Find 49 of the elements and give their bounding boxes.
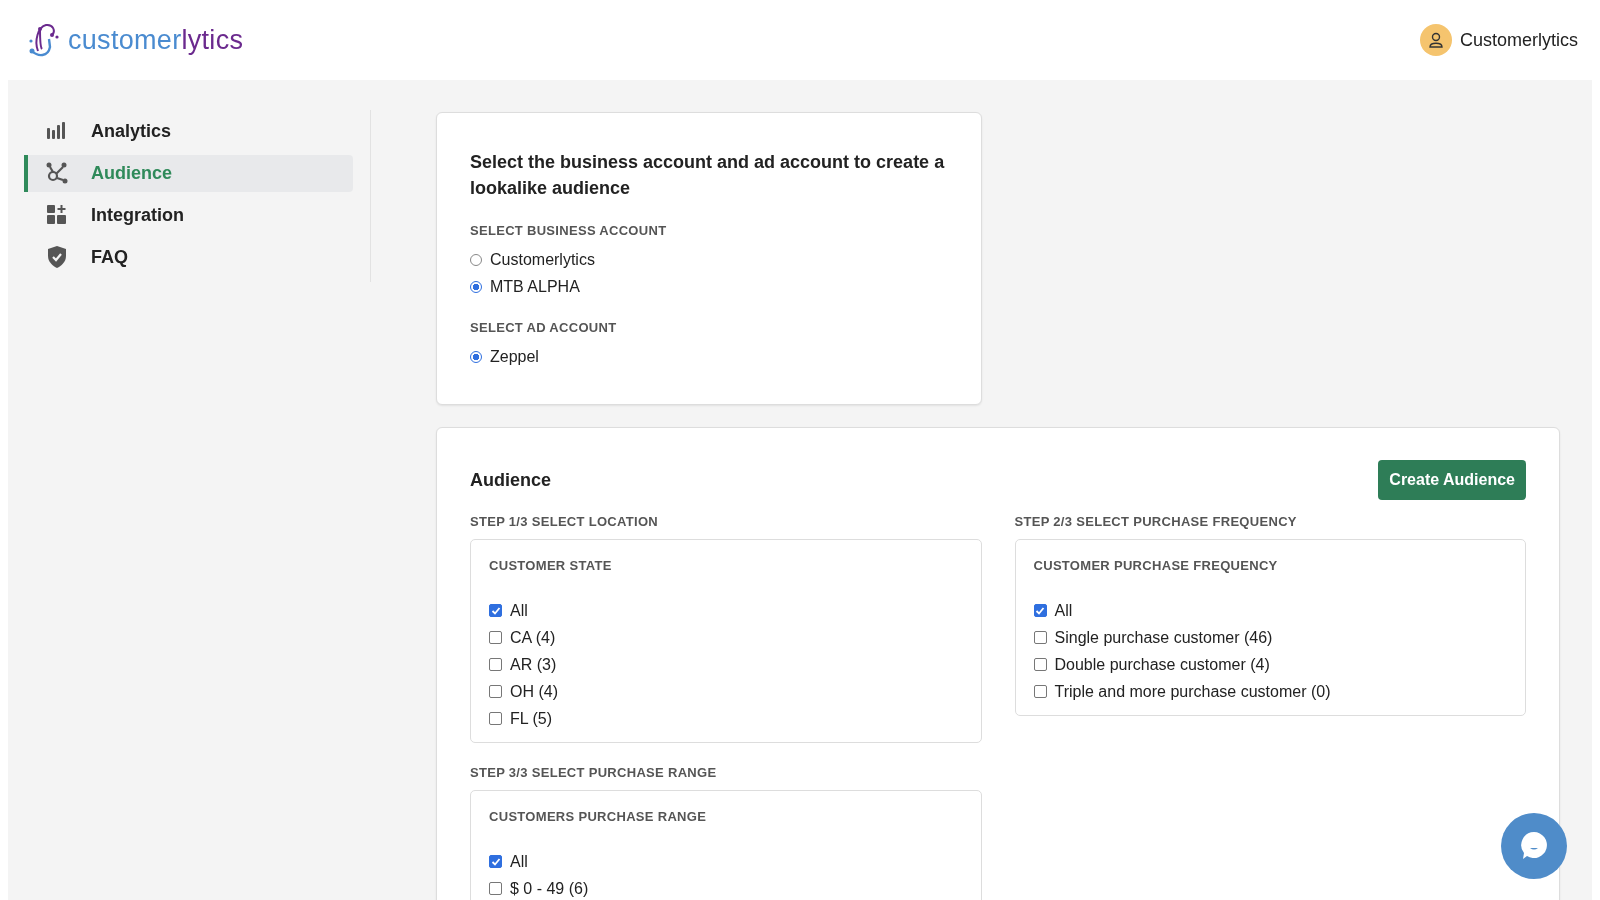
- panel-title: CUSTOMER PURCHASE FREQUENCY: [1033, 558, 1279, 573]
- step-label: STEP 2/3 SELECT PURCHASE FREQUENCY: [1014, 514, 1298, 529]
- step-label: STEP 1/3 SELECT LOCATION: [470, 514, 660, 529]
- checkbox[interactable]: [1033, 631, 1047, 644]
- option-label: Triple and more purchase customer (0): [1054, 682, 1331, 701]
- checkbox[interactable]: [489, 604, 502, 617]
- option-label: All: [510, 601, 528, 620]
- panel-title: CUSTOMER STATE: [489, 558, 613, 573]
- card-title: Audience: [470, 469, 552, 491]
- radio-button[interactable]: [470, 280, 482, 293]
- sidebar-item[interactable]: Integration: [25, 196, 353, 234]
- grid-plus-icon: [45, 203, 69, 227]
- step-label: STEP 3/3 SELECT PURCHASE RANGE: [470, 765, 718, 780]
- option-label: All: [1054, 601, 1073, 620]
- checkbox[interactable]: [489, 712, 502, 725]
- logo-text: customerlytics: [68, 24, 244, 56]
- network-icon: [45, 161, 69, 185]
- radio-button[interactable]: [470, 350, 482, 363]
- checkbox[interactable]: [489, 855, 502, 868]
- option-label: $ 0 - 49 (6): [510, 879, 589, 898]
- checkbox[interactable]: [489, 882, 502, 895]
- option-label: Single purchase customer (46): [1054, 628, 1273, 647]
- checkbox[interactable]: [489, 658, 502, 671]
- option-label: AR (3): [510, 655, 557, 674]
- option-label: CA (4): [510, 628, 556, 647]
- user-name[interactable]: Customerlytics: [1459, 29, 1578, 51]
- option-label: Zeppel: [490, 347, 539, 366]
- checkbox[interactable]: [489, 685, 502, 698]
- option-label: Double purchase customer (4): [1054, 655, 1270, 674]
- radio-button[interactable]: [470, 253, 482, 266]
- option-label: FL (5): [510, 709, 553, 728]
- sidebar-item[interactable]: Analytics: [25, 112, 353, 150]
- checkbox[interactable]: [1033, 604, 1047, 617]
- sidebar-item[interactable]: FAQ: [25, 238, 353, 276]
- create-audience-button[interactable]: Create Audience: [1378, 460, 1526, 500]
- field-label: SELECT AD ACCOUNT: [470, 320, 618, 335]
- field-label: SELECT BUSINESS ACCOUNT: [470, 223, 668, 238]
- panel-title: CUSTOMERS PURCHASE RANGE: [489, 809, 708, 824]
- shield-check-icon: [45, 245, 69, 269]
- option-label: Customerlytics: [490, 250, 595, 269]
- avatar-icon[interactable]: [1419, 24, 1452, 56]
- sidebar-item[interactable]: Audience: [25, 154, 353, 192]
- option-label: MTB ALPHA: [490, 277, 580, 296]
- checkbox[interactable]: [489, 631, 502, 644]
- option-label: OH (4): [510, 682, 558, 701]
- option-label: All: [510, 852, 528, 871]
- checkbox[interactable]: [1033, 685, 1047, 698]
- card-title: Select the business account and ad account to create a lookalike audience: [470, 151, 946, 200]
- checkbox[interactable]: [1033, 658, 1047, 671]
